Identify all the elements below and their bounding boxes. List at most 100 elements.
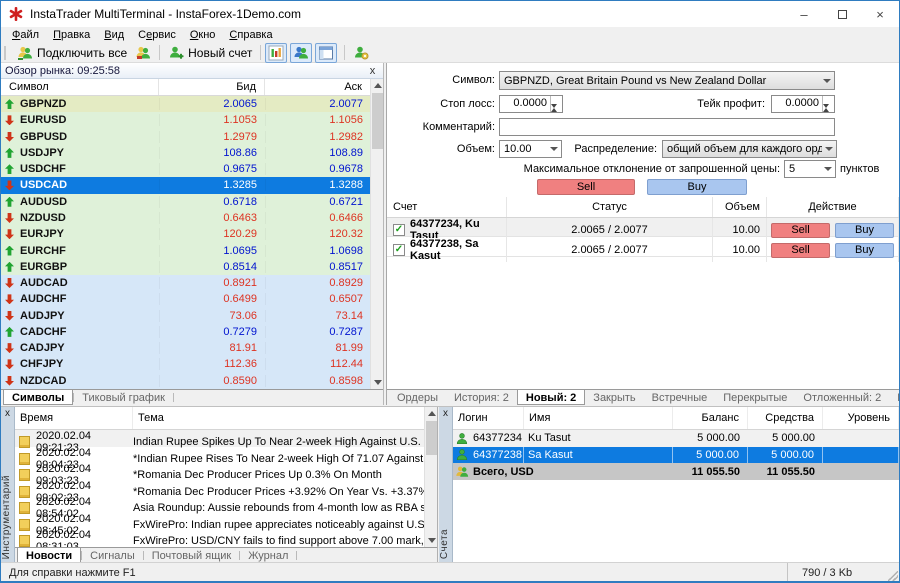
row-buy-button[interactable]: Buy: [835, 243, 894, 258]
column-status[interactable]: Статус: [507, 197, 713, 217]
scroll-down-icon[interactable]: [372, 377, 383, 388]
column-action[interactable]: Действие: [767, 197, 899, 217]
account-row-64377238[interactable]: 64377238Sa Kasut5 000.005 000.00: [453, 447, 899, 464]
market-tab-2[interactable]: Тиковый график: [74, 390, 173, 405]
market-scrollbar[interactable]: [370, 79, 383, 389]
orders-tab-3[interactable]: Новый: 2: [517, 390, 585, 405]
column-login[interactable]: Логин: [453, 407, 524, 429]
scroll-down-icon[interactable]: [426, 535, 437, 546]
column-name[interactable]: Имя: [524, 407, 673, 429]
orders-tab-7[interactable]: Отложенный: 2: [795, 390, 889, 405]
account-row-64377234[interactable]: 64377234Ku Tasut5 000.005 000.00: [453, 430, 899, 447]
take-profit-value[interactable]: 0.0000: [772, 96, 822, 112]
market-row-GBPUSD[interactable]: GBPUSD1.29791.2982: [1, 129, 371, 145]
new-account-button[interactable]: Новый счет: [164, 44, 256, 62]
menu-item-Файл[interactable]: Файл: [5, 29, 46, 41]
accounts-close-icon[interactable]: x: [439, 408, 452, 421]
market-row-AUDCAD[interactable]: AUDCAD0.89210.8929: [1, 275, 371, 291]
market-row-CADJPY[interactable]: CADJPY81.9181.99: [1, 340, 371, 356]
row-sell-button[interactable]: Sell: [771, 243, 830, 258]
toolbox-tab-3[interactable]: Почтовый ящик: [144, 548, 239, 563]
column-balance[interactable]: Баланс: [673, 407, 748, 429]
column-account[interactable]: Счет: [387, 197, 507, 217]
disconnect-all-button[interactable]: [131, 44, 155, 62]
news-row[interactable]: 2020.02.04 09:04:23*Indian Rupee Rises T…: [15, 447, 425, 464]
sell-button[interactable]: Sell: [537, 179, 635, 195]
toolbox-close-icon[interactable]: x: [1, 408, 14, 421]
menu-item-Вид[interactable]: Вид: [97, 29, 131, 41]
symbol-select[interactable]: GBPNZD, Great Britain Pound vs New Zeala…: [499, 71, 835, 90]
deviation-select[interactable]: 5: [784, 160, 836, 178]
layout-toggle-button[interactable]: [315, 43, 337, 63]
column-ask[interactable]: Аск: [265, 79, 371, 95]
row-buy-button[interactable]: Buy: [835, 223, 894, 238]
market-row-NZDUSD[interactable]: NZDUSD0.64630.6466: [1, 210, 371, 226]
orders-tab-4[interactable]: Закрыть: [585, 390, 643, 405]
scroll-up-icon[interactable]: [372, 80, 383, 91]
toolbox-tab-1[interactable]: Новости: [17, 548, 81, 563]
market-row-USDJPY[interactable]: USDJPY108.86108.89: [1, 145, 371, 161]
news-row[interactable]: 2020.02.04 08:31:03FxWirePro: USD/CNY fa…: [15, 529, 425, 546]
column-level[interactable]: Уровень: [823, 407, 899, 429]
market-row-NZDCAD[interactable]: NZDCAD0.85900.8598: [1, 373, 371, 389]
market-row-EURJPY[interactable]: EURJPY120.29120.32: [1, 226, 371, 242]
toolbox-tab-4[interactable]: Журнал: [240, 548, 296, 563]
minimize-button[interactable]: –: [785, 1, 823, 27]
column-symbol[interactable]: Символ: [1, 79, 159, 95]
orders-tab-5[interactable]: Встречные: [644, 390, 716, 405]
orders-tab-8[interactable]: Изменить: [889, 390, 899, 405]
market-row-AUDJPY[interactable]: AUDJPY73.0673.14: [1, 307, 371, 323]
market-row-EURUSD[interactable]: EURUSD1.10531.1056: [1, 112, 371, 128]
take-profit-spinner[interactable]: 0.0000: [771, 95, 835, 113]
chevron-down-icon[interactable]: [821, 167, 835, 171]
market-row-CADCHF[interactable]: CADCHF0.72790.7287: [1, 324, 371, 340]
menu-item-Сервис[interactable]: Сервис: [131, 29, 183, 41]
market-row-USDCHF[interactable]: USDCHF0.96750.9678: [1, 161, 371, 177]
column-equity[interactable]: Средства: [748, 407, 823, 429]
menu-item-Справка[interactable]: Справка: [222, 29, 279, 41]
close-button[interactable]: ×: [861, 1, 899, 27]
news-row[interactable]: 2020.02.04 09:21:23Indian Rupee Spikes U…: [15, 430, 425, 447]
column-topic[interactable]: Тема: [133, 407, 425, 429]
scroll-thumb[interactable]: [372, 93, 383, 149]
scroll-thumb[interactable]: [426, 421, 437, 455]
stop-loss-spinner[interactable]: 0.0000: [499, 95, 563, 113]
column-volume[interactable]: Объем: [713, 197, 767, 217]
market-watch-toggle-button[interactable]: [265, 43, 287, 63]
market-row-AUDUSD[interactable]: AUDUSD0.67180.6721: [1, 194, 371, 210]
chevron-down-icon[interactable]: [822, 147, 836, 151]
market-row-GBPNZD[interactable]: GBPNZD2.00652.0077: [1, 96, 371, 112]
account-settings-button[interactable]: [349, 44, 373, 62]
column-bid[interactable]: Бид: [159, 79, 265, 95]
orders-tab-2[interactable]: История: 2: [446, 390, 517, 405]
row-sell-button[interactable]: Sell: [771, 223, 830, 238]
market-tab-1[interactable]: Символы: [3, 390, 73, 405]
market-row-CHFJPY[interactable]: CHFJPY112.36112.44: [1, 356, 371, 372]
market-row-EURCHF[interactable]: EURCHF1.06951.0698: [1, 242, 371, 258]
market-row-AUDCHF[interactable]: AUDCHF0.64990.6507: [1, 291, 371, 307]
column-time[interactable]: Время: [15, 407, 133, 429]
distribution-select[interactable]: общий объем для каждого ордера: [662, 140, 837, 158]
account-checkbox[interactable]: ✓: [393, 224, 405, 236]
maximize-button[interactable]: [823, 1, 861, 27]
chevron-down-icon[interactable]: [820, 79, 834, 83]
account-checkbox[interactable]: ✓: [393, 244, 405, 256]
buy-button[interactable]: Buy: [647, 179, 747, 195]
news-row[interactable]: 2020.02.04 08:45:02FxWirePro: Indian rup…: [15, 513, 425, 530]
news-row[interactable]: 2020.02.04 08:54:02Asia Roundup: Aussie …: [15, 496, 425, 513]
resize-grip[interactable]: [888, 571, 898, 581]
toolbox-tab-2[interactable]: Сигналы: [82, 548, 143, 563]
news-row[interactable]: 2020.02.04 09:02:23*Romania Dec Producer…: [15, 480, 425, 497]
toolbar-grip[interactable]: [4, 46, 9, 60]
comment-input[interactable]: [499, 118, 835, 136]
orders-tab-1[interactable]: Ордеры: [389, 390, 446, 405]
scroll-up-icon[interactable]: [426, 408, 437, 419]
orders-tab-6[interactable]: Перекрытые: [715, 390, 795, 405]
market-row-USDCAD[interactable]: USDCAD1.32851.3288: [1, 177, 371, 193]
stop-loss-value[interactable]: 0.0000: [500, 96, 550, 112]
market-watch-close-icon[interactable]: x: [366, 65, 379, 77]
menu-item-Правка[interactable]: Правка: [46, 29, 97, 41]
menu-item-Окно[interactable]: Окно: [183, 29, 223, 41]
accounts-toggle-button[interactable]: [290, 43, 312, 63]
news-scrollbar[interactable]: [424, 407, 437, 547]
